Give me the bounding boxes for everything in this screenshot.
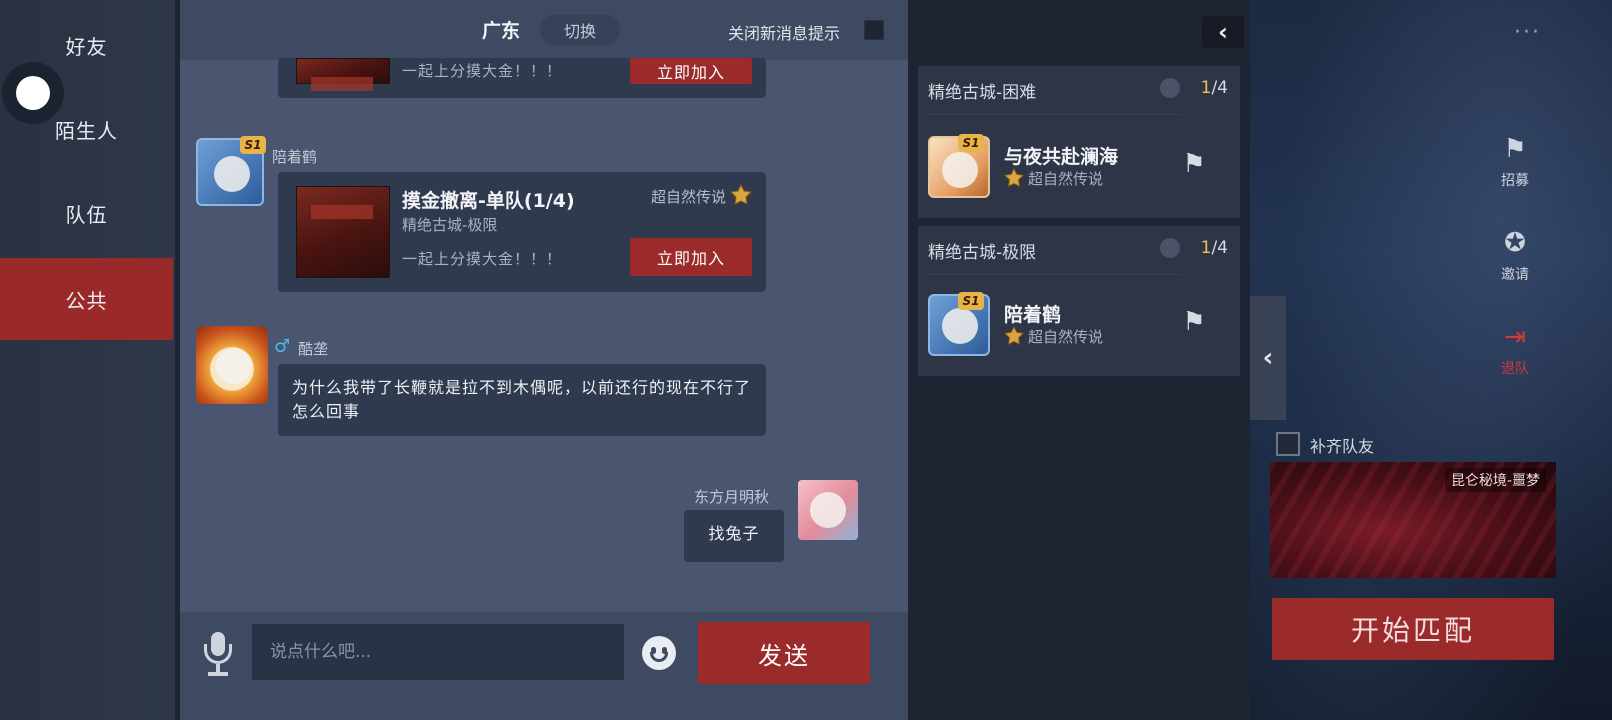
- team-map-name: 精绝古城-极限: [928, 243, 1037, 263]
- team-card-desc: 一起上分摸大金！！！: [402, 250, 563, 268]
- game-mode-name: 昆仑秘境-噩梦: [1444, 468, 1546, 492]
- avatar-portrait: [942, 152, 978, 188]
- avatar[interactable]: [196, 326, 268, 404]
- avatar-portrait: [810, 492, 846, 528]
- mic-arc: [204, 644, 232, 664]
- nav-public[interactable]: 公共: [0, 258, 173, 340]
- chat-message-bubble: 找兔子: [684, 510, 784, 562]
- team-member-count: 1/4: [1201, 78, 1228, 98]
- invite-button[interactable]: ✪ 邀请: [1480, 228, 1550, 284]
- avatar[interactable]: [798, 480, 858, 540]
- team-list-panel: ‹ 精绝古城-困难 1/4 S1 与夜共赴澜海 超自然传说 ⚑ 精绝古城-极限 …: [908, 0, 1250, 720]
- divider: [928, 274, 1180, 275]
- fill-teammates-checkbox[interactable]: [1276, 432, 1300, 456]
- emoji-mouth: [650, 652, 668, 662]
- male-gender-icon: ♂: [274, 336, 291, 357]
- team-card-thumbnail: [296, 58, 390, 91]
- medal-icon: ✪: [1504, 228, 1526, 258]
- join-team-button[interactable]: 立即加入: [630, 58, 752, 84]
- chat-message-bubble: 为什么我带了长鞭就是拉不到木偶呢，以前还行的现在不行了怎么回事: [278, 364, 766, 436]
- member-count-current: 1: [1200, 238, 1212, 258]
- rank-medal-icon: [730, 184, 752, 205]
- member-count-icon: [1160, 78, 1180, 98]
- rank-medal-icon: [1004, 168, 1024, 187]
- leave-team-label: 退队: [1501, 361, 1529, 377]
- team-card-title: 摸金撤离-单队(1/4): [402, 190, 575, 212]
- join-flag-icon[interactable]: ⚑: [1174, 302, 1214, 342]
- team-leader-name: 陪着鹤: [1004, 304, 1062, 326]
- sender-name: 东方月明秋: [694, 488, 770, 506]
- team-member-count: 1/4: [1201, 238, 1228, 258]
- microphone-icon[interactable]: [202, 632, 232, 678]
- mic-stem: [216, 664, 220, 672]
- leave-team-button[interactable]: ⇥ 退队: [1480, 322, 1550, 378]
- team-leader-rank: 超自然传说: [1028, 170, 1104, 188]
- send-button[interactable]: 发送: [698, 622, 870, 684]
- join-flag-icon[interactable]: ⚑: [1174, 144, 1214, 184]
- team-invite-card: 摸金撤离-单队(1/4) 精绝古城-极限 超自然传说 一起上分摸大金！！！ 立即…: [278, 172, 766, 292]
- avatar-portrait: [942, 308, 978, 344]
- mic-base: [208, 672, 228, 676]
- team-leader-rank: 超自然传说: [1028, 328, 1104, 346]
- team-leader-name: 与夜共赴澜海: [1004, 146, 1119, 168]
- start-match-button[interactable]: 开始匹配: [1272, 598, 1554, 660]
- rank-medal-icon: [1004, 326, 1024, 345]
- game-mode-banner[interactable]: 昆仑秘境-噩梦: [1270, 462, 1556, 578]
- team-invite-card: 一起上分摸大金！！！ 立即加入: [278, 58, 766, 98]
- team-entry: 精绝古城-极限 1/4 S1 陪着鹤 超自然传说 ⚑: [918, 226, 1240, 376]
- team-card-tier: 超自然传说: [650, 188, 726, 206]
- floating-assistive-button[interactable]: [2, 62, 64, 124]
- member-count-icon: [1160, 238, 1180, 258]
- recruit-label: 招募: [1501, 173, 1529, 189]
- chevron-left-icon[interactable]: ‹: [1202, 16, 1244, 48]
- chat-input-bar: 发送: [180, 612, 908, 720]
- fill-teammates-label: 补齐队友: [1310, 437, 1375, 456]
- more-options-icon[interactable]: ···: [1514, 20, 1541, 45]
- team-entry: 精绝古城-困难 1/4 S1 与夜共赴澜海 超自然传说 ⚑: [918, 66, 1240, 218]
- switch-region-button[interactable]: 切换: [540, 15, 620, 45]
- team-card-thumbnail: [296, 186, 390, 278]
- expand-panel-chevron-icon[interactable]: ‹: [1250, 296, 1286, 420]
- region-label: 广东: [482, 20, 521, 42]
- team-card-desc: 一起上分摸大金！！！: [402, 62, 563, 80]
- season-badge: S1: [958, 292, 984, 310]
- exit-icon: ⇥: [1504, 322, 1526, 352]
- sender-name: 陪着鹤: [272, 148, 318, 166]
- nav-team[interactable]: 队伍: [0, 172, 173, 254]
- member-count-total: /4: [1211, 78, 1228, 98]
- member-count-current: 1: [1200, 78, 1212, 98]
- chat-panel: 广东 切换 关闭新消息提示 一起上分摸大金！！！ 立即加入 S1 陪着鹤 摸金撤…: [180, 0, 908, 720]
- team-card-map: 精绝古城-极限: [402, 216, 498, 234]
- season-badge: S1: [240, 136, 266, 154]
- chat-text-input[interactable]: [252, 624, 624, 680]
- team-map-name: 精绝古城-困难: [928, 83, 1037, 103]
- flag-icon: ⚑: [1503, 134, 1527, 164]
- emoji-icon[interactable]: [642, 636, 676, 670]
- divider: [928, 114, 1180, 115]
- chat-header: 广东 切换 关闭新消息提示: [180, 0, 908, 60]
- mute-notifications-label: 关闭新消息提示: [728, 24, 841, 43]
- avatar-portrait: [214, 156, 250, 192]
- join-team-button[interactable]: 立即加入: [630, 238, 752, 276]
- member-count-total: /4: [1211, 238, 1228, 258]
- sender-name: 酷垄: [298, 340, 329, 358]
- season-badge: S1: [958, 134, 984, 152]
- recruit-button[interactable]: ⚑ 招募: [1480, 134, 1550, 190]
- mute-notifications-checkbox[interactable]: [864, 20, 884, 40]
- invite-label: 邀请: [1501, 267, 1529, 283]
- floating-ball-dot: [16, 76, 50, 110]
- avatar-portrait: [216, 348, 252, 384]
